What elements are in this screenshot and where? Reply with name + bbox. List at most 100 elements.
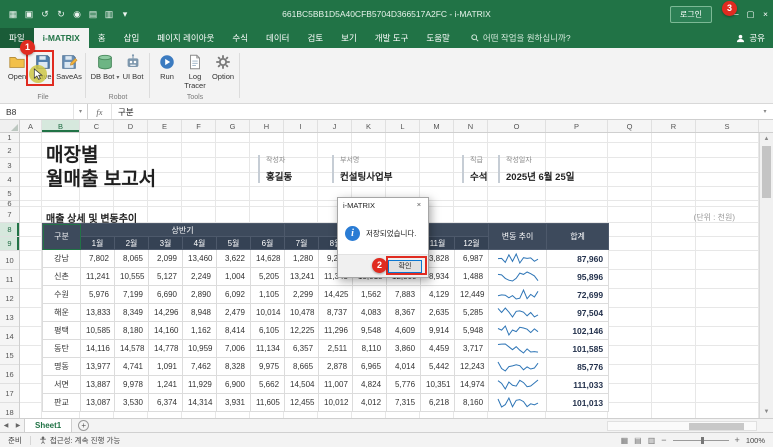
month-value-cell[interactable]: 7,802: [81, 250, 115, 268]
maximize-button[interactable]: ▢: [743, 0, 758, 28]
month-value-cell[interactable]: 11,134: [251, 340, 285, 358]
month-value-cell[interactable]: 8,110: [353, 340, 387, 358]
table-icon[interactable]: ▤: [85, 5, 101, 23]
row-header-15[interactable]: 15: [0, 346, 19, 365]
month-value-cell[interactable]: 5,285: [455, 304, 489, 322]
column-header-I[interactable]: I: [284, 120, 318, 132]
month-value-cell[interactable]: 14,425: [319, 286, 353, 304]
store-name-cell[interactable]: 동탄: [43, 340, 81, 358]
month-header[interactable]: 3월: [149, 237, 183, 250]
column-header-P[interactable]: P: [546, 120, 608, 132]
column-header-Q[interactable]: Q: [608, 120, 652, 132]
zoom-out-icon[interactable]: −: [661, 435, 666, 445]
month-value-cell[interactable]: 14,116: [81, 340, 115, 358]
header-trend[interactable]: 변동 추이: [489, 224, 547, 250]
tab-page-layout[interactable]: 페이지 레이아웃: [148, 28, 223, 48]
row-header-12[interactable]: 12: [0, 289, 19, 308]
month-value-cell[interactable]: 2,249: [183, 268, 217, 286]
formula-input[interactable]: 구분: [112, 104, 757, 119]
undo-icon[interactable]: ↺: [37, 5, 53, 23]
month-value-cell[interactable]: 7,462: [183, 358, 217, 376]
month-value-cell[interactable]: 2,635: [421, 304, 455, 322]
month-value-cell[interactable]: 2,099: [149, 250, 183, 268]
month-value-cell[interactable]: 13,833: [81, 304, 115, 322]
column-header-B[interactable]: B: [42, 120, 80, 132]
month-value-cell[interactable]: 8,737: [319, 304, 353, 322]
row-header-17[interactable]: 17: [0, 384, 19, 403]
sheet-prev-icon[interactable]: ◀: [0, 422, 12, 429]
month-value-cell[interactable]: 10,478: [285, 304, 319, 322]
month-value-cell[interactable]: 3,931: [217, 394, 251, 412]
month-value-cell[interactable]: 8,367: [387, 304, 421, 322]
month-value-cell[interactable]: 2,479: [217, 304, 251, 322]
total-cell[interactable]: 85,776: [547, 358, 609, 376]
month-value-cell[interactable]: 8,160: [455, 394, 489, 412]
db-bot-button[interactable]: DB Bot ▾: [90, 51, 120, 82]
tab-formulas[interactable]: 수식: [223, 28, 257, 48]
month-value-cell[interactable]: 2,299: [285, 286, 319, 304]
trend-sparkline-cell[interactable]: [489, 322, 547, 340]
total-cell[interactable]: 111,033: [547, 376, 609, 394]
normal-view-icon[interactable]: ▦: [621, 436, 629, 445]
month-value-cell[interactable]: 5,127: [149, 268, 183, 286]
login-button[interactable]: 로그인: [670, 6, 712, 23]
column-header-E[interactable]: E: [148, 120, 182, 132]
camera-icon[interactable]: ◉: [69, 5, 85, 23]
trend-sparkline-cell[interactable]: [489, 286, 547, 304]
header-total[interactable]: 합계: [547, 224, 609, 250]
month-value-cell[interactable]: 5,662: [251, 376, 285, 394]
month-value-cell[interactable]: 1,488: [455, 268, 489, 286]
run-button[interactable]: Run: [154, 51, 180, 81]
scroll-down-icon[interactable]: ▼: [760, 406, 773, 418]
select-all-corner[interactable]: [0, 120, 20, 132]
month-value-cell[interactable]: 1,241: [149, 376, 183, 394]
month-value-cell[interactable]: 14,314: [183, 394, 217, 412]
close-button[interactable]: ×: [758, 0, 773, 28]
tab-data[interactable]: 데이터: [257, 28, 298, 48]
trend-sparkline-cell[interactable]: [489, 394, 547, 412]
column-header-C[interactable]: C: [80, 120, 114, 132]
month-value-cell[interactable]: 2,878: [319, 358, 353, 376]
formula-bar-expand-icon[interactable]: ▾: [757, 104, 773, 119]
store-name-cell[interactable]: 강남: [43, 250, 81, 268]
zoom-slider[interactable]: [673, 440, 729, 441]
trend-sparkline-cell[interactable]: [489, 376, 547, 394]
total-cell[interactable]: 72,699: [547, 286, 609, 304]
column-header-J[interactable]: J: [318, 120, 352, 132]
share-button[interactable]: 공유: [736, 28, 765, 48]
month-header[interactable]: 6월: [251, 237, 285, 250]
horizontal-scrollbar[interactable]: [607, 421, 757, 431]
horizontal-scroll-thumb[interactable]: [689, 423, 744, 430]
row-header-1[interactable]: 1: [0, 133, 19, 143]
store-name-cell[interactable]: 신촌: [43, 268, 81, 286]
store-name-cell[interactable]: 평택: [43, 322, 81, 340]
month-header[interactable]: 5월: [217, 237, 251, 250]
month-value-cell[interactable]: 5,776: [387, 376, 421, 394]
month-value-cell[interactable]: 2,511: [319, 340, 353, 358]
row-header-10[interactable]: 10: [0, 251, 19, 270]
dialog-close-icon[interactable]: ×: [410, 198, 428, 212]
page-break-view-icon[interactable]: ▥: [648, 436, 656, 445]
month-value-cell[interactable]: 12,455: [285, 394, 319, 412]
column-header-A[interactable]: A: [20, 120, 42, 132]
sheet-tab-sheet1[interactable]: Sheet1: [24, 419, 72, 432]
month-header[interactable]: 1월: [81, 237, 115, 250]
month-value-cell[interactable]: 8,349: [115, 304, 149, 322]
month-value-cell[interactable]: 3,622: [217, 250, 251, 268]
month-value-cell[interactable]: 3,717: [455, 340, 489, 358]
month-value-cell[interactable]: 9,914: [421, 322, 455, 340]
month-value-cell[interactable]: 6,092: [217, 286, 251, 304]
month-header[interactable]: 12월: [455, 237, 489, 250]
month-value-cell[interactable]: 10,959: [183, 340, 217, 358]
accessibility-status[interactable]: 접근성: 계속 진행 가능: [39, 435, 120, 446]
total-cell[interactable]: 101,013: [547, 394, 609, 412]
month-value-cell[interactable]: 14,504: [285, 376, 319, 394]
column-header-F[interactable]: F: [182, 120, 216, 132]
month-value-cell[interactable]: 1,004: [217, 268, 251, 286]
header-first-half[interactable]: 상반기: [81, 224, 285, 237]
row-header-8[interactable]: 8: [0, 223, 19, 237]
month-value-cell[interactable]: 1,562: [353, 286, 387, 304]
month-value-cell[interactable]: 6,690: [149, 286, 183, 304]
month-value-cell[interactable]: 6,900: [217, 376, 251, 394]
month-value-cell[interactable]: 10,014: [251, 304, 285, 322]
